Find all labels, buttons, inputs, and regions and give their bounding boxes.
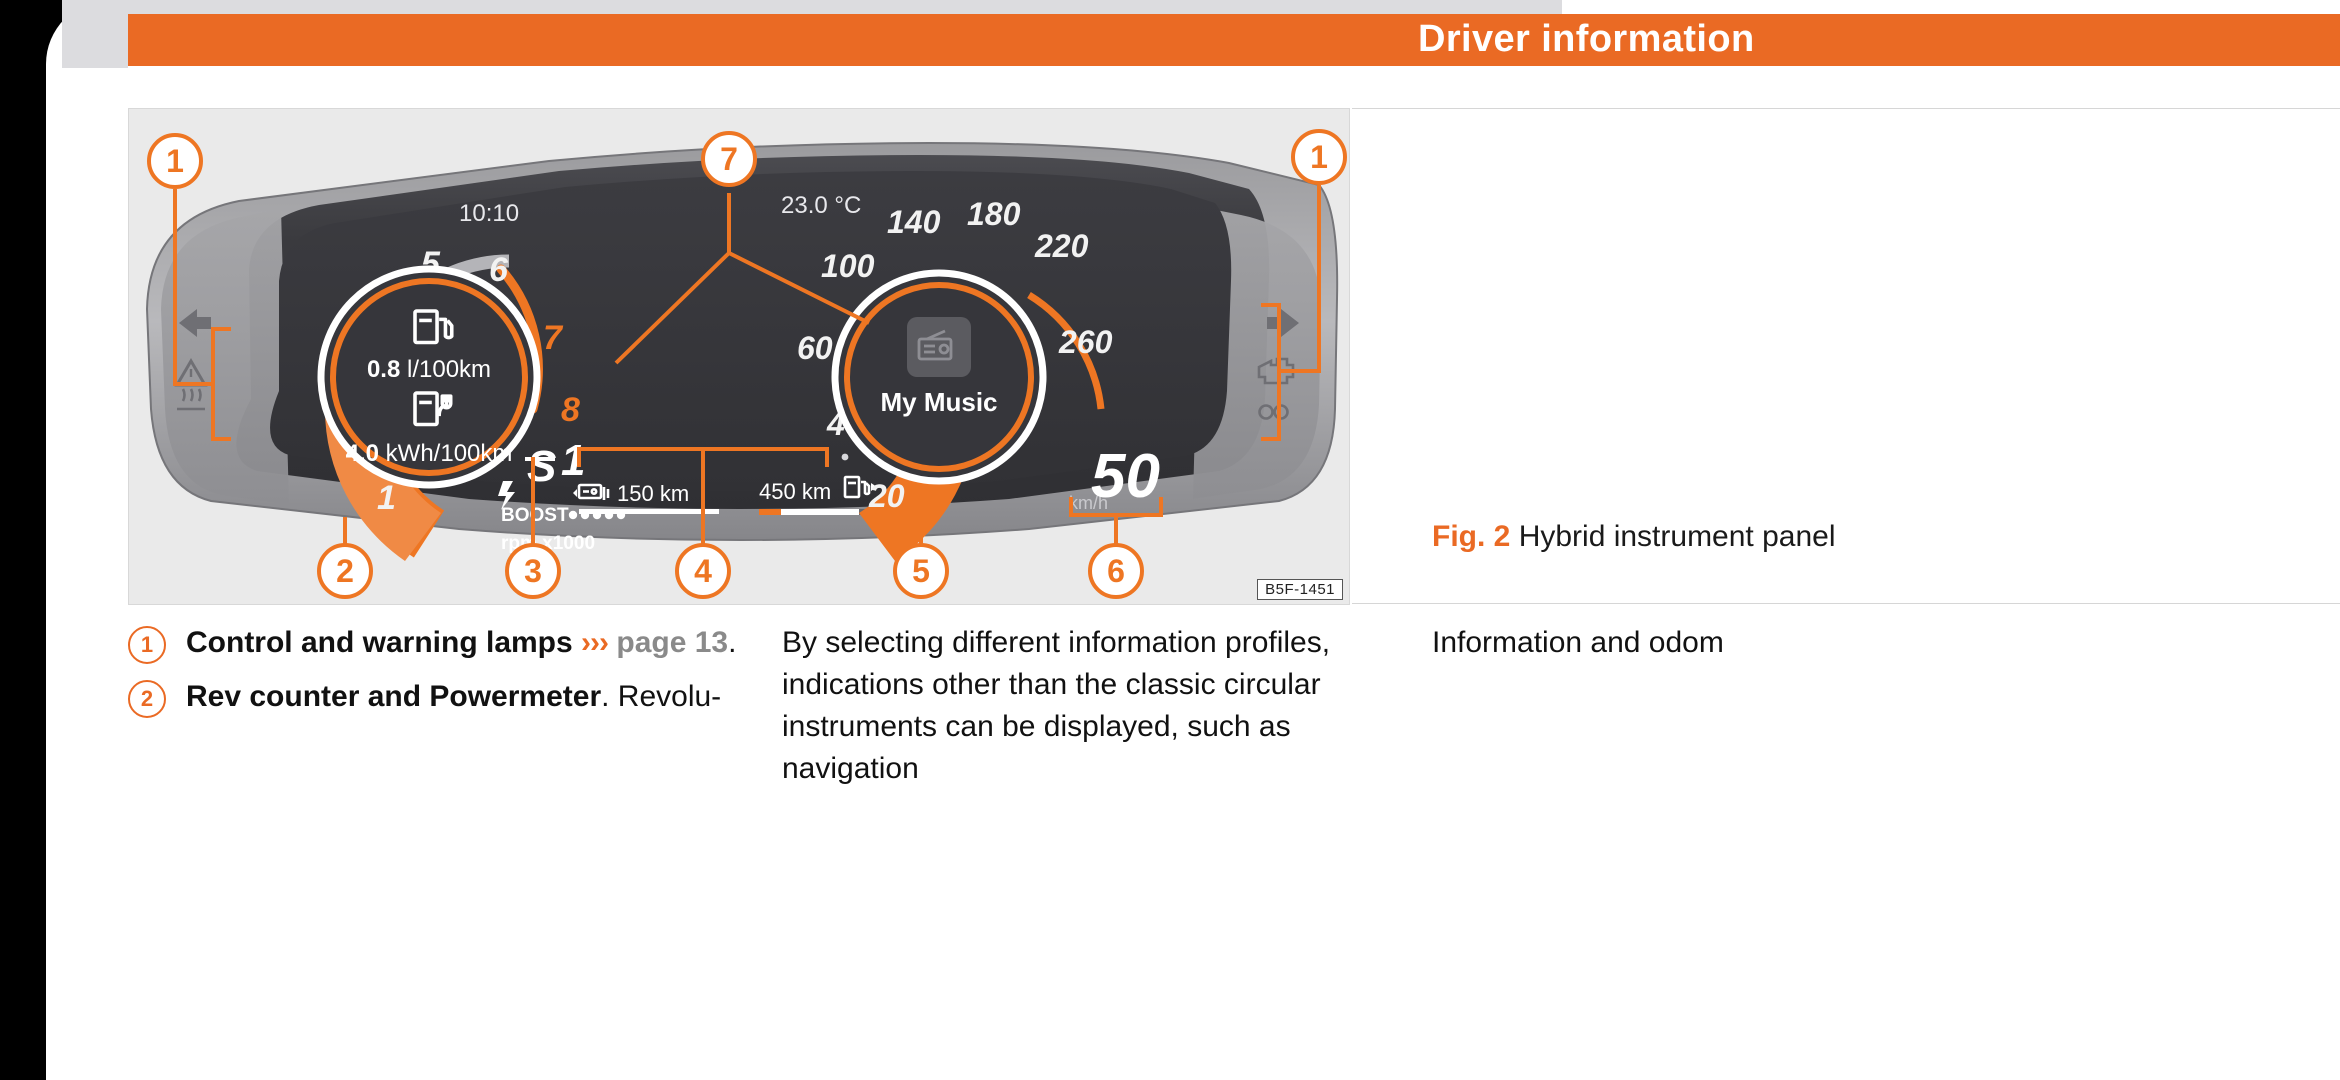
legend-bold-text: Control and warning lamps [186, 626, 573, 659]
svg-text:2: 2 [336, 553, 354, 589]
fuel-consumption-readout: 0.8 l/100km [367, 356, 491, 383]
svg-text:1: 1 [1310, 139, 1328, 175]
figure-caption-text: Hybrid instrument panel [1518, 520, 1836, 553]
legend-bold-text: Rev counter and Powermeter [186, 680, 602, 713]
svg-text:1: 1 [166, 143, 184, 179]
speed-label-60: 60 [797, 330, 833, 366]
speed-label-100: 100 [821, 248, 875, 284]
callout-1-right: 1 [1291, 129, 1347, 185]
legend-number: 2 [128, 680, 166, 718]
speed-label-180: 180 [967, 196, 1021, 232]
electric-consumption-readout: 4.0 kWh/100km [346, 440, 513, 467]
body-paragraph: Information and odom [1432, 626, 1724, 659]
page-top-gray-left [62, 0, 128, 68]
tacho-label-6: 6 [489, 251, 509, 289]
tacho-label-1: 1 [377, 479, 396, 517]
speed-label-140: 140 [887, 204, 941, 240]
svg-text:7: 7 [720, 141, 738, 177]
figure-code: B5F-1451 [1257, 579, 1343, 600]
callout-1-left: 1 [147, 133, 203, 189]
svg-text:5: 5 [912, 553, 930, 589]
infotainment-label: My Music [880, 387, 997, 417]
legend-arrows: ››› [581, 626, 609, 659]
callout-3: 3 [505, 543, 561, 599]
legend-number: 1 [128, 626, 166, 664]
legend-body: Rev counter and Powermeter. Revolu- [186, 680, 721, 713]
speed-label-260: 260 [1058, 324, 1113, 360]
clock-readout: 10:10 [459, 200, 519, 227]
callout-7: 7 [701, 131, 757, 187]
body-column-2: By selecting different information profi… [782, 622, 1382, 790]
body-column-3: Information and odom [1432, 622, 1992, 664]
cluster-illustration: 1 2 3 4 5 6 7 8 0.8 l/100km [145, 129, 1347, 599]
callout-6: 6 [1088, 543, 1144, 599]
legend-column: 1 Control and warning lamps ››› page 13.… [128, 622, 748, 730]
svg-text:3: 3 [524, 553, 542, 589]
svg-text:1: 1 [561, 436, 585, 485]
figure-rule-bottom [1352, 603, 2340, 604]
header-banner [128, 14, 2340, 66]
svg-text:6: 6 [1107, 553, 1125, 589]
callout-2: 2 [317, 543, 373, 599]
page-title: Driver information [1418, 18, 1755, 60]
tacho-label-7: 7 [543, 319, 564, 357]
tacho-label-8: 8 [561, 391, 580, 429]
callout-4: 4 [675, 543, 731, 599]
speed-label-220: 220 [1034, 228, 1089, 264]
figure-label: Fig. 2 [1432, 520, 1511, 553]
electric-range-value: 150 km [617, 481, 689, 506]
list-item: 1 Control and warning lamps ››› page 13. [128, 622, 748, 664]
legend-tail: . Revolu- [601, 680, 722, 713]
legend-tail: . [728, 626, 737, 659]
svg-text:4: 4 [694, 553, 712, 589]
figure-caption: Fig. 2 Hybrid instrument panel [1432, 518, 1852, 556]
figure-instrument-cluster: 1 2 3 4 5 6 7 8 0.8 l/100km [128, 108, 1350, 605]
list-item: 2 Rev counter and Powermeter. Revolu- [128, 676, 748, 718]
body-paragraph: By selecting different information profi… [782, 626, 1331, 785]
svg-text:50: 50 [1091, 442, 1160, 511]
odometer: 50 [1091, 442, 1160, 511]
legend-page-ref[interactable]: page 13 [616, 626, 728, 659]
legend-body: Control and warning lamps ››› page 13. [186, 626, 736, 659]
temperature-readout: 23.0 °C [781, 192, 861, 219]
callout-5: 5 [893, 543, 949, 599]
speed-label-20: 20 [868, 478, 905, 514]
fuel-range-value: 450 km [759, 479, 831, 504]
figure-rule-top [1352, 108, 2340, 109]
